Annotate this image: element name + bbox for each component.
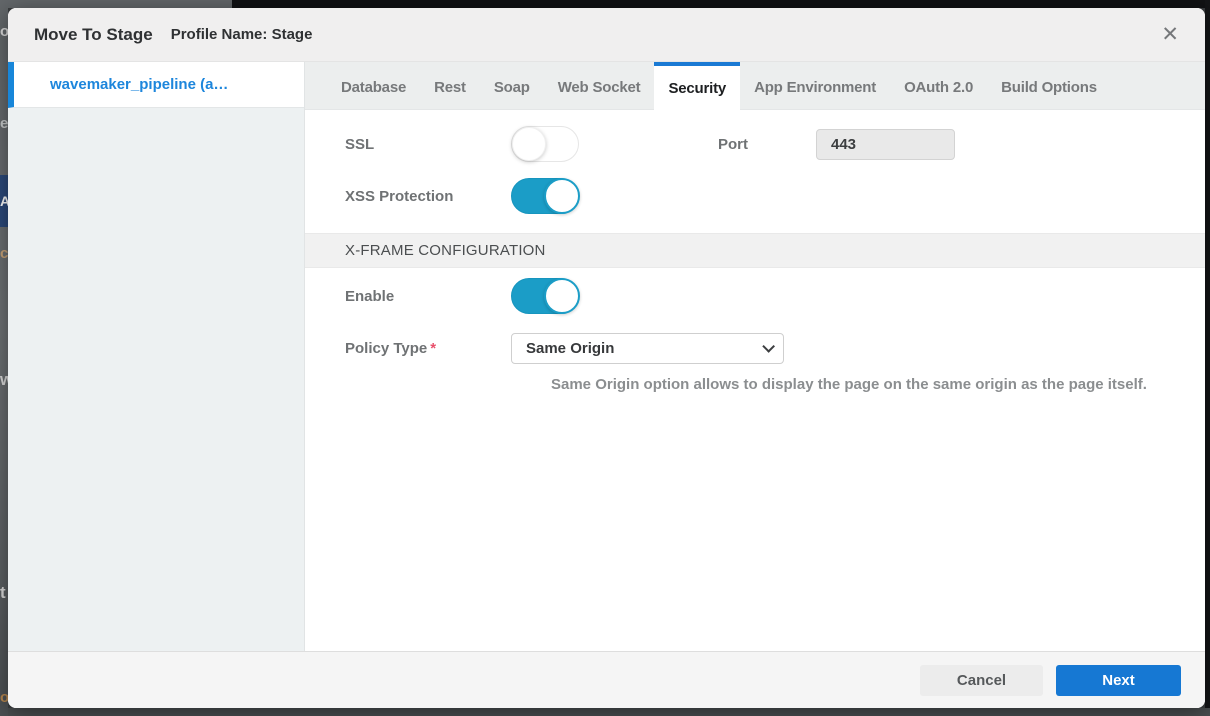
backdrop-artifact: o bbox=[0, 690, 8, 706]
toggle-knob bbox=[512, 127, 546, 161]
toggle-knob bbox=[544, 278, 580, 314]
policy-type-select[interactable]: Same Origin bbox=[511, 333, 784, 364]
toggle-knob bbox=[544, 178, 580, 214]
policy-type-label-text: Policy Type bbox=[345, 340, 427, 357]
ssl-toggle[interactable] bbox=[511, 126, 579, 162]
policy-type-help-text: Same Origin option allows to display the… bbox=[551, 376, 1205, 393]
tab-oauth-2-0[interactable]: OAuth 2.0 bbox=[890, 62, 987, 109]
xss-protection-row: XSS Protection bbox=[305, 178, 1205, 214]
backdrop-artifact: ov bbox=[0, 24, 8, 40]
tab-database[interactable]: Database bbox=[327, 62, 420, 109]
backdrop-top bbox=[232, 0, 1210, 8]
port-input[interactable] bbox=[816, 129, 955, 160]
policy-type-label: Policy Type* bbox=[305, 340, 511, 357]
backdrop-artifact: A bbox=[0, 175, 8, 227]
main-panel: Database Rest Soap Web Socket Security A… bbox=[305, 62, 1205, 651]
ssl-label: SSL bbox=[305, 136, 511, 153]
dialog-title: Move To Stage bbox=[34, 25, 153, 45]
pipeline-sidebar: wavemaker_pipeline (a… bbox=[8, 62, 305, 651]
next-button[interactable]: Next bbox=[1056, 665, 1181, 696]
backdrop-artifact: w bbox=[0, 372, 8, 388]
xframe-section-header: X-FRAME CONFIGURATION bbox=[305, 233, 1205, 268]
xframe-section-title: X-FRAME CONFIGURATION bbox=[345, 242, 546, 259]
required-asterisk: * bbox=[430, 340, 436, 357]
dialog-body: wavemaker_pipeline (a… Database Rest Soa… bbox=[8, 62, 1205, 651]
backdrop-bottom bbox=[0, 708, 1210, 716]
sidebar-item-wavemaker-pipeline[interactable]: wavemaker_pipeline (a… bbox=[8, 62, 304, 108]
sidebar-item-label: wavemaker_pipeline (a… bbox=[50, 76, 228, 93]
xframe-enable-label: Enable bbox=[305, 288, 511, 305]
policy-type-selected-value: Same Origin bbox=[526, 340, 762, 357]
backdrop-artifact: t bbox=[0, 585, 8, 601]
backdrop-artifact: c bbox=[0, 246, 8, 262]
cancel-button[interactable]: Cancel bbox=[920, 665, 1043, 696]
close-icon[interactable]: ✕ bbox=[1161, 24, 1179, 45]
policy-type-row: Policy Type* Same Origin bbox=[305, 333, 1205, 364]
xss-protection-toggle[interactable] bbox=[511, 178, 579, 214]
move-to-stage-dialog: Move To Stage Profile Name: Stage ✕ wave… bbox=[8, 8, 1205, 708]
backdrop-left-strip: ov e A c w t o bbox=[0, 0, 8, 716]
tab-soap[interactable]: Soap bbox=[480, 62, 544, 109]
settings-tabbar: Database Rest Soap Web Socket Security A… bbox=[305, 62, 1205, 110]
tab-app-environment[interactable]: App Environment bbox=[740, 62, 890, 109]
xframe-enable-toggle[interactable] bbox=[511, 278, 579, 314]
backdrop-right bbox=[1205, 0, 1210, 716]
backdrop-artifact: e bbox=[0, 116, 8, 132]
security-tab-content: SSL Port XSS Protection X-FRAME CONFIGUR… bbox=[305, 110, 1205, 651]
xss-protection-label: XSS Protection bbox=[305, 188, 511, 205]
backdrop-top-left bbox=[0, 0, 232, 8]
tab-security[interactable]: Security bbox=[654, 62, 740, 110]
tab-web-socket[interactable]: Web Socket bbox=[544, 62, 655, 109]
profile-name-label: Profile Name: Stage bbox=[171, 26, 313, 43]
xframe-enable-row: Enable bbox=[305, 278, 1205, 314]
ssl-row: SSL Port bbox=[305, 126, 1205, 162]
dialog-footer: Cancel Next bbox=[8, 651, 1205, 708]
tab-rest[interactable]: Rest bbox=[420, 62, 480, 109]
tab-build-options[interactable]: Build Options bbox=[987, 62, 1111, 109]
chevron-down-icon bbox=[762, 340, 775, 353]
port-label: Port bbox=[718, 136, 748, 153]
dialog-header: Move To Stage Profile Name: Stage ✕ bbox=[8, 8, 1205, 62]
